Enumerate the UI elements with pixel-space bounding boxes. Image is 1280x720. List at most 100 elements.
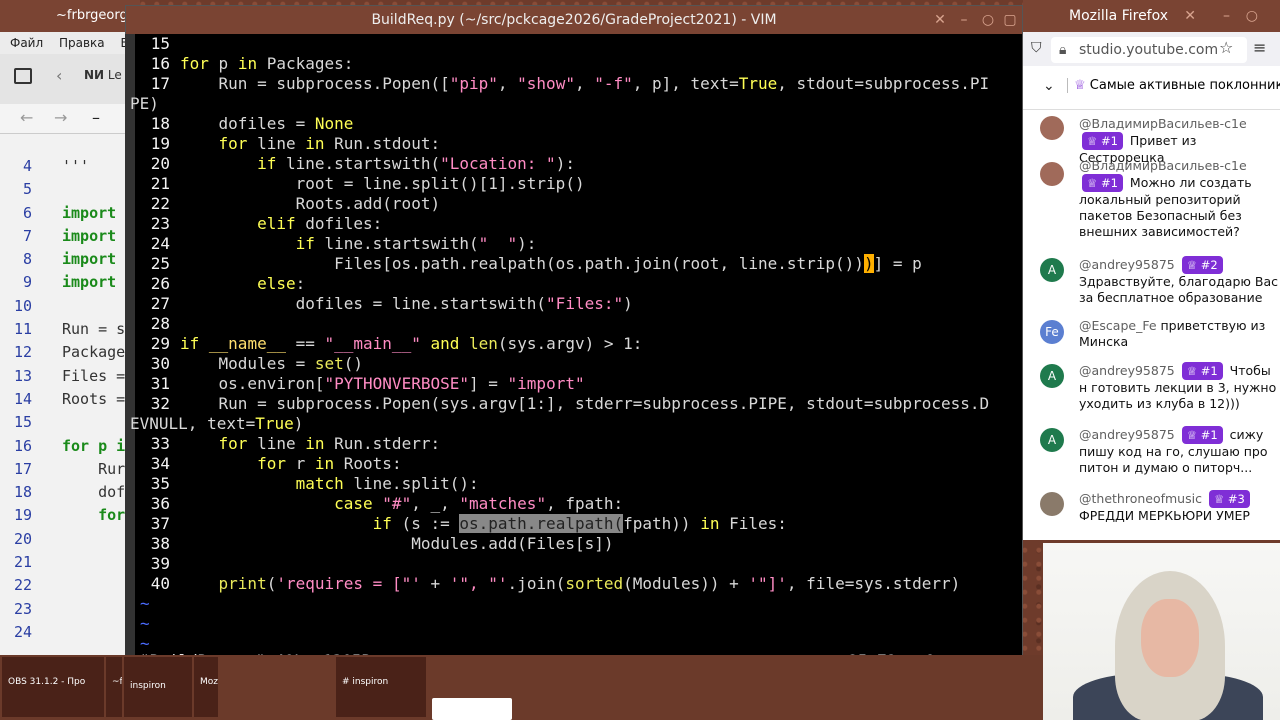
line-number: 17 [13,459,32,478]
background-code-line: 15 [0,411,140,434]
taskbar-item-firefox[interactable]: Mozi [194,657,218,717]
vim-editor[interactable]: 15 16 for p in Packages: 17 Run = subproc… [125,34,1022,677]
code-line: 27 dofiles = line.startswith("Files:") [150,294,633,313]
shield-icon[interactable]: ⛉ [1031,40,1042,56]
line-number: 24 [13,622,32,641]
vim-scrollbar[interactable] [125,34,135,677]
line-number: 10 [13,296,32,315]
line-text: import [62,226,117,245]
rank-badge: ♕ #1 [1082,174,1123,192]
line-text: Run = s [62,320,126,339]
code-line: 40 print('requires = ["' + '", "'.join(s… [150,574,961,593]
background-code-line: 9 import [0,271,140,294]
line-text: import [62,273,117,292]
firefox-window[interactable]: Mozilla Firefox ✕ – ○ ⛉ 🔒︎ studio.youtub… [1023,0,1280,540]
taskbar-item-inspiron[interactable]: inspiron [124,657,192,717]
lock-icon: 🔒︎ [1059,42,1067,58]
minimize-icon[interactable]: – [1223,0,1230,32]
avatar [1040,492,1064,516]
avatar [1040,162,1064,186]
line-number: 14 [13,389,32,408]
code-line: 17 Run = subprocess.Popen(["pip", "show"… [150,74,990,93]
message-author: @andrey95875 [1079,257,1175,272]
taskbar-item-obs[interactable]: OBS 31.1.2 - Про [2,657,104,717]
url-bar[interactable]: 🔒︎ studio.youtube.com [1051,37,1247,63]
background-window-title: ~frbrgeorg [0,0,140,32]
vim-window[interactable]: BuildReq.py (~/src/pckcage2026/GradeProj… [125,5,1023,678]
rank-badge: ♕ #1 [1082,132,1123,150]
chat-filter-label: Самые активные поклонники [1089,78,1280,93]
code-line: 38 Modules.add(Files[s]) [150,534,614,553]
line-number: 19 [13,506,32,525]
line-number: 13 [13,366,32,385]
line-text: for p i [62,436,126,455]
rank-badge: ♕ #2 [1181,256,1223,274]
message-author: @ВладимирВасильев-с1е [1079,158,1247,173]
close-icon[interactable]: ✕ [1184,0,1196,32]
empty-line-marker: ~ [140,594,150,613]
background-code-line: 22 [0,574,140,597]
system-tray[interactable] [432,698,512,720]
message-author: @ВладимирВасильев-с1е [1079,116,1247,131]
line-number: 11 [13,320,32,339]
chevron-down-icon[interactable]: ⌄ [1043,78,1055,94]
background-menu: Файл Правка В [0,32,140,54]
chat-list[interactable]: @ВладимирВасильев-с1е ♕ #1 Привет из Сест… [1023,110,1280,540]
maximize-icon[interactable]: ○ [980,12,996,28]
background-code-line: 6 import [0,202,140,225]
line-text: Roots = [62,389,126,408]
line-number: 21 [13,553,32,572]
menu-edit[interactable]: Правка [59,36,105,50]
menu-icon[interactable]: ≡ [1253,38,1266,57]
background-code-line: 4 ''' [0,155,140,178]
code-line: 34 for r in Roots: [150,454,402,473]
background-code-line: 8 import [0,248,140,271]
code-line: 36 case "#", _, "matches", fpath: [150,494,624,513]
background-code-line: 13 Files = [0,365,140,388]
minus-icon[interactable]: – [92,108,100,127]
background-window[interactable]: ~frbrgeorg Файл Правка В ‹ NИ Le ← → – 4… [0,0,140,655]
vim-title-bar: BuildReq.py (~/src/pckcage2026/GradeProj… [126,6,1022,34]
code-line: 15 [150,34,170,53]
minimize-icon[interactable]: – [956,12,972,28]
back-icon[interactable]: ← [20,108,33,127]
background-code-line: 5 [0,178,140,201]
code-line: 20 if line.startswith("Location: "): [150,154,575,173]
code-line: 30 Modules = set() [150,354,364,373]
chevron-left-icon[interactable]: ‹ [56,66,62,85]
taskbar-item-inspiron-2[interactable]: # inspiron [336,657,426,717]
code-line: 31 os.environ["PYTHONVERBOSE"] = "import… [150,374,585,393]
avatar [1040,116,1064,140]
taskbar-item-terminal[interactable]: ~f [106,657,122,717]
tab-label[interactable]: NИ Le [84,68,122,82]
tab-list-icon[interactable] [14,68,32,84]
line-text: import [62,250,117,269]
maximize-icon[interactable]: ○ [1246,0,1258,32]
line-number: 9 [22,273,32,292]
background-code-line: 16 for p i [0,435,140,458]
menu-file[interactable]: Файл [10,36,43,50]
code-line: 32 Run = subprocess.Popen(sys.argv[1:], … [150,394,990,413]
url-text: studio.youtube.com [1079,42,1219,58]
restore-icon[interactable]: ▢ [1002,12,1018,28]
background-code-line: 20 [0,528,140,551]
message-author: @andrey95875 [1079,363,1175,378]
background-code-line: 18 dof [0,481,140,504]
message-author: @Escape_Fe [1079,318,1157,333]
background-code-line: 19 for [0,504,140,527]
code-line: 29 if __name__ == "__main__" and len(sys.… [150,334,643,353]
taskbar: OBS 31.1.2 - Про ~f inspiron Mozi # insp… [0,655,1043,720]
chat-filter[interactable]: ♕ Самые активные поклонники [1067,78,1280,93]
background-code-line: 24 [0,621,140,644]
line-number: 16 [13,436,32,455]
code-line: 35 match line.split(): [150,474,479,493]
line-number: 5 [22,180,32,199]
code-line: 25 Files[os.path.realpath(os.path.join(r… [150,254,922,273]
bookmark-star-icon[interactable]: ☆ [1219,38,1233,57]
line-text: ''' [62,157,90,175]
code-line: 18 dofiles = None [150,114,354,133]
line-number: 7 [22,226,32,245]
close-icon[interactable]: ✕ [932,12,948,28]
forward-icon[interactable]: → [54,108,67,127]
message-author: @andrey95875 [1079,427,1175,442]
